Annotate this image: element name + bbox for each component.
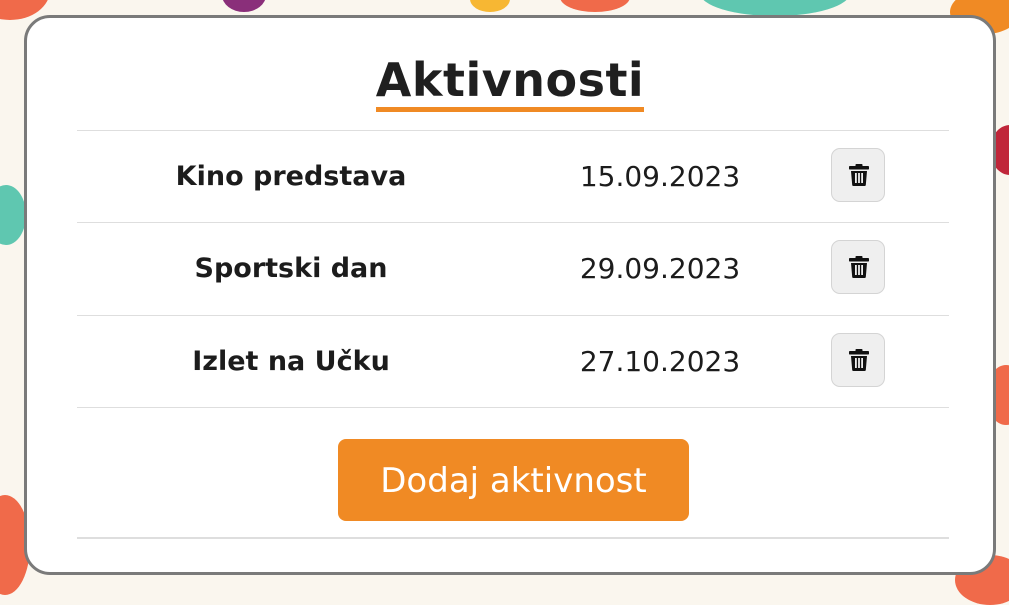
activity-name: Kino predstava	[175, 161, 407, 192]
activity-name: Sportski dan	[194, 253, 388, 284]
background-decoration	[560, 0, 630, 12]
table-row: Sportski dan 29.09.2023	[77, 223, 949, 314]
activity-date: 15.09.2023	[579, 160, 741, 193]
trash-icon	[849, 349, 869, 371]
background-decoration	[470, 0, 510, 12]
background-decoration	[700, 0, 850, 16]
table-row: Izlet na Učku 27.10.2023	[77, 316, 949, 407]
trash-icon	[849, 164, 869, 186]
page-title-text: Aktivnosti	[375, 53, 645, 112]
activity-date: 27.10.2023	[579, 345, 741, 378]
page-title: Aktivnosti	[27, 50, 993, 112]
trash-icon	[849, 256, 869, 278]
divider	[77, 537, 949, 539]
activities-card: Aktivnosti Kino predstava 15.09.2023 Spo…	[24, 15, 996, 575]
add-activity-button[interactable]: Dodaj aktivnost	[338, 439, 689, 521]
table-row: Kino predstava 15.09.2023	[77, 131, 949, 222]
activity-date: 29.09.2023	[579, 252, 741, 285]
delete-activity-button[interactable]	[831, 240, 885, 294]
background-decoration	[222, 0, 266, 12]
background-decoration	[0, 185, 26, 245]
delete-activity-button[interactable]	[831, 333, 885, 387]
divider	[77, 407, 949, 408]
activity-name: Izlet na Učku	[192, 346, 390, 377]
delete-activity-button[interactable]	[831, 148, 885, 202]
